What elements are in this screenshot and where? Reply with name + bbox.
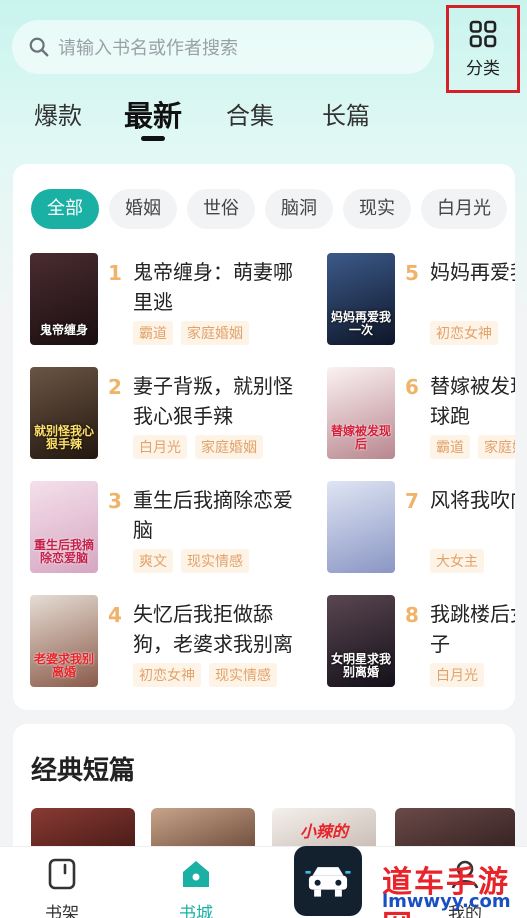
book-item[interactable]: 女明星求我别离婚 8 我跳楼后女明星妻子 白月光 [327,595,515,695]
book-title: 妈妈再爱我一次 [430,260,515,284]
chip-white-moonlight[interactable]: 白月光 [421,189,507,229]
category-label: 分类 [466,58,500,79]
book-rank: 6 [405,375,419,399]
book-item[interactable]: 妈妈再爱我一次 5 妈妈再爱我一次 初恋女神 [327,253,515,353]
book-tag: 霸道 [430,435,470,459]
book-rank: 8 [405,603,419,627]
chip-secular[interactable]: 世俗 [187,189,255,229]
cover-title: 妈妈再爱我一次 [330,310,391,337]
book-tags: 爽文 现实情感 [133,549,257,573]
book-tags: 霸道家庭婚姻 [430,435,515,459]
cover-title: 鬼帝缠身 [39,323,88,337]
book-item[interactable]: 重生后我摘除恋爱脑 3 重生后我摘除恋爱脑 爽文 现实情感 [30,481,293,581]
tab-hot[interactable]: 爆款 [34,96,82,131]
book-cover: 重生后我摘除恋爱脑 [30,481,98,573]
section-title: 经典短篇 [31,756,136,786]
book-rank: 1 [108,261,122,285]
book-item[interactable]: 7 风将我吹向你 大女主 [327,481,515,581]
book-title: 我跳楼后女明星妻子 [430,602,515,656]
nav-bookshelf[interactable]: 书架 [22,857,102,918]
book-rank: 2 [108,375,122,399]
cover-title: 就别怪我心狠手辣 [33,424,94,451]
book-tag: 大女主 [430,549,484,573]
book-tag: 家庭婚姻 [478,435,515,459]
cover-title: 老婆求我别离婚 [33,652,94,679]
book-item[interactable]: 替嫁被发现后 6 替嫁被发现后我带球跑 霸道家庭婚姻 [327,367,515,467]
cover-title [358,563,364,573]
cover-title: 女明星求我别离婚 [330,652,391,679]
cover-title: 重生后我摘除恋爱脑 [33,538,94,565]
filter-chips: 全部 婚姻 世俗 脑洞 现实 白月光 [31,189,515,231]
tab-collection[interactable]: 合集 [226,96,274,131]
book-tags: 霸道家庭婚姻 [133,321,257,345]
book-tags: 初恋女神 现实情感 [133,663,285,687]
car-icon [305,867,351,897]
book-rank: 7 [405,489,419,513]
tab-long[interactable]: 长篇 [322,96,370,131]
book-tag: 初恋女神 [133,663,201,687]
book-title: 失忆后我拒做舔狗，老婆求我别离婚 [133,602,293,656]
bookstore-icon [183,861,209,887]
book-item[interactable]: 就别怪我心狠手辣 2 妻子背叛，就别怪我心狠手辣 白月光 家庭婚姻 [30,367,293,467]
chip-marriage[interactable]: 婚姻 [109,189,177,229]
chip-all[interactable]: 全部 [31,189,99,229]
book-tags: 白月光 [430,663,492,687]
book-rank: 3 [108,489,122,513]
nav-label: 书架 [45,904,79,918]
book-tag: 现实情感 [181,549,249,573]
book-item[interactable]: 老婆求我别离婚 4 失忆后我拒做舔狗，老婆求我别离婚 初恋女神现实情感 [30,595,293,695]
search-placeholder: 请输入书名或作者搜索 [58,38,238,59]
book-ranking-card: 全部 婚姻 世俗 脑洞 现实 白月光 鬼帝缠身 1 鬼帝缠身：萌妻哪里逃 霸道 家庭婚姻 就… [13,164,515,710]
tab-bar: 爆款 最新 合集 长篇 [0,96,527,146]
search-input[interactable]: 请输入书名或作者搜索 [12,20,434,74]
book-tags: 初恋女神 [430,321,506,345]
watermark-logo [294,846,362,916]
book-title: 重生后我摘除恋爱脑 [133,488,293,542]
nav-bookstore[interactable]: 书城 [156,857,236,918]
book-item[interactable]: 鬼帝缠身 1 鬼帝缠身：萌妻哪里逃 霸道 家庭婚姻 [30,253,293,353]
book-rank: 4 [108,603,122,627]
bookshelf-icon [48,858,76,890]
book-tags: 白月光 家庭婚姻 [133,435,271,459]
book-cover [327,481,395,573]
cover-title: 替嫁被发现后 [330,424,391,451]
book-tag: 白月光 [430,663,484,687]
book-tag: 家庭婚姻 [195,435,263,459]
book-cover: 就别怪我心狠手辣 [30,367,98,459]
grid-icon [469,20,497,47]
book-cover: 鬼帝缠身 [30,253,98,345]
book-tags: 大女主 [430,549,492,573]
category-button[interactable]: 分类 [446,5,520,93]
cover-title: 小辣的 [299,822,348,841]
book-tag: 家庭婚姻 [181,321,249,345]
watermark-url: lmwwyy.com [382,891,511,912]
active-tab-indicator [141,136,165,141]
book-tag: 白月光 [133,435,187,459]
book-cover: 老婆求我别离婚 [30,595,98,687]
book-cover: 女明星求我别离婚 [327,595,395,687]
book-rank: 5 [405,261,419,285]
nav-label: 书城 [179,904,213,918]
book-cover: 妈妈再爱我一次 [327,253,395,345]
tab-latest[interactable]: 最新 [124,93,182,135]
book-title: 替嫁被发现后我带球跑 [430,374,515,428]
book-tag: 现实情感 [209,663,277,687]
chip-imagination[interactable]: 脑洞 [265,189,333,229]
book-title: 风将我吹向你 [430,488,515,512]
search-icon [29,37,49,57]
book-tag: 初恋女神 [430,321,498,345]
chip-reality[interactable]: 现实 [343,189,411,229]
book-title: 鬼帝缠身：萌妻哪里逃 [133,260,293,314]
book-cover: 替嫁被发现后 [327,367,395,459]
book-tag: 霸道 [133,321,173,345]
book-tag: 爽文 [133,549,173,573]
book-title: 妻子背叛，就别怪我心狠手辣 [133,374,293,428]
